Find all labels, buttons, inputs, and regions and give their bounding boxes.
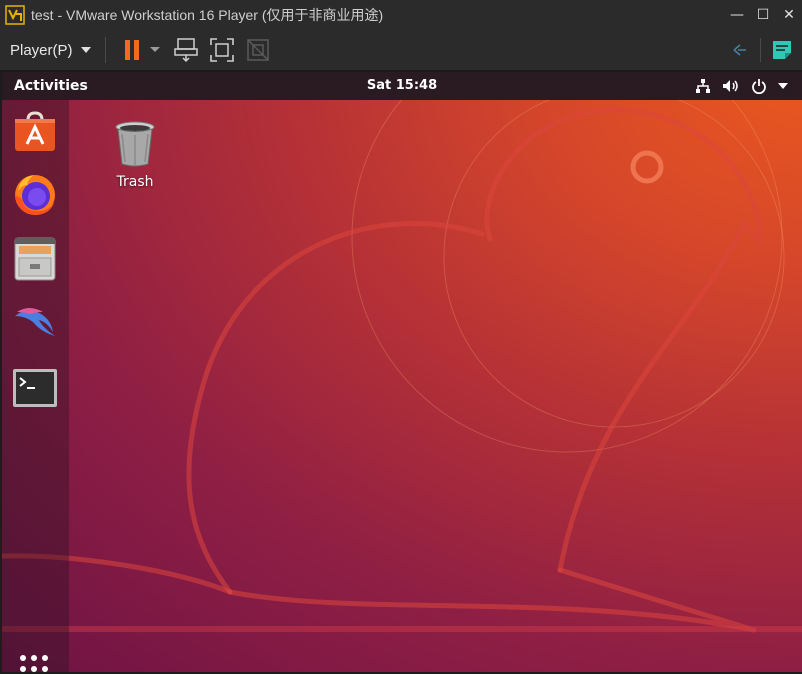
desktop-icon-label: Trash bbox=[116, 174, 154, 190]
full-screen-button[interactable] bbox=[208, 35, 236, 65]
ubuntu-software-icon bbox=[15, 111, 55, 151]
dock-item-kali[interactable] bbox=[11, 298, 59, 346]
dock-item-terminal[interactable] bbox=[11, 364, 59, 412]
chevron-down-icon bbox=[80, 47, 91, 53]
show-applications-icon[interactable] bbox=[18, 653, 50, 672]
system-tray[interactable] bbox=[686, 76, 790, 96]
player-menu-label: Player(P) bbox=[10, 41, 73, 59]
terminal-icon bbox=[13, 369, 57, 407]
message-notes-button[interactable] bbox=[768, 35, 796, 65]
dock-item-files[interactable] bbox=[11, 235, 59, 283]
send-ctrl-alt-del-icon bbox=[173, 38, 198, 63]
volume-icon[interactable] bbox=[720, 76, 742, 96]
send-ctrl-alt-del-button[interactable] bbox=[172, 35, 200, 65]
guest-desktop[interactable]: Activities Sat 15:48 Trash bbox=[2, 72, 802, 672]
close-icon: ✕ bbox=[783, 7, 795, 23]
window-title: test - VMware Workstation 16 Player (仅用于… bbox=[31, 7, 384, 23]
kali-icon bbox=[15, 308, 55, 336]
dropdown-caret-icon bbox=[149, 47, 160, 52]
close-button[interactable]: ✕ bbox=[776, 0, 802, 30]
pause-icon bbox=[124, 40, 139, 60]
vmware-player-icon bbox=[5, 5, 25, 25]
window-titlebar[interactable]: test - VMware Workstation 16 Player (仅用于… bbox=[0, 0, 802, 30]
minimize-icon: — bbox=[730, 7, 744, 23]
network-back-button[interactable] bbox=[724, 35, 752, 65]
unity-icon bbox=[246, 39, 269, 61]
power-options-dropdown[interactable] bbox=[148, 35, 162, 65]
full-screen-icon bbox=[209, 38, 234, 62]
ubuntu-dock bbox=[2, 100, 69, 672]
maximize-button[interactable]: ☐ bbox=[750, 0, 776, 30]
power-icon[interactable] bbox=[748, 76, 770, 96]
files-icon bbox=[14, 237, 56, 281]
player-menu-button[interactable]: Player(P) bbox=[10, 30, 91, 70]
activities-button[interactable]: Activities bbox=[14, 78, 88, 94]
toolbar-divider bbox=[104, 37, 106, 63]
desktop-icon-trash[interactable]: Trash bbox=[108, 120, 162, 190]
network-back-icon bbox=[733, 44, 746, 56]
message-notes-icon bbox=[773, 41, 791, 59]
dock-item-firefox[interactable] bbox=[11, 170, 59, 218]
maximize-icon: ☐ bbox=[756, 7, 770, 23]
clock[interactable]: Sat 15:48 bbox=[367, 78, 437, 93]
minimize-button[interactable]: — bbox=[724, 0, 750, 30]
dock-item-ubuntu-software[interactable] bbox=[11, 108, 59, 156]
firefox-icon bbox=[15, 175, 55, 215]
player-toolbar: Player(P) bbox=[0, 30, 802, 72]
pause-button[interactable] bbox=[118, 35, 146, 65]
trash-icon bbox=[115, 121, 155, 167]
unity-button[interactable] bbox=[244, 35, 272, 65]
ubuntu-top-bar: Activities Sat 15:48 bbox=[2, 72, 802, 100]
toolbar-divider bbox=[760, 38, 761, 62]
network-icon[interactable] bbox=[692, 76, 714, 96]
system-menu-caret-icon[interactable] bbox=[776, 76, 790, 96]
